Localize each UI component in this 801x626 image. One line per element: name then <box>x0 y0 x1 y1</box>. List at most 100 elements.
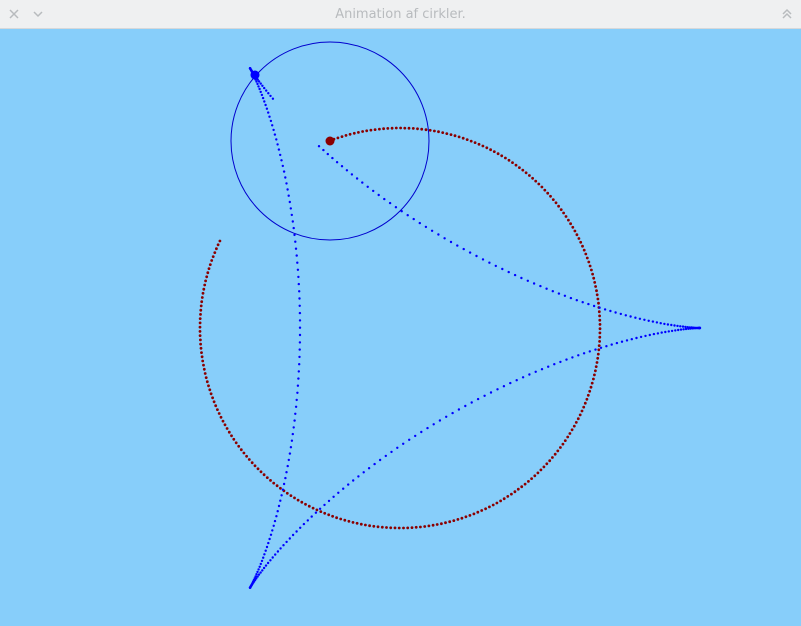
hypocycloid-trace-dot <box>260 93 264 97</box>
hypocycloid-trace-dot <box>603 308 607 311</box>
large-circle-trace-dot <box>452 519 456 522</box>
large-circle-trace-dot <box>230 434 233 438</box>
large-circle-trace-dot <box>441 131 445 134</box>
hypocycloid-trace-dot <box>282 482 286 486</box>
hypocycloid-trace-dot <box>296 261 299 264</box>
hypocycloid-trace-dot <box>571 356 574 359</box>
hypocycloid-trace-dot <box>643 318 646 321</box>
hypocycloid-trace-dot <box>318 507 322 510</box>
large-circle-trace-dot <box>279 486 282 490</box>
large-circle-trace-dot <box>198 334 202 337</box>
large-circle-trace-dot <box>553 452 557 456</box>
hypocycloid-trace-dot <box>273 133 277 136</box>
hypocycloid-trace-dot <box>648 333 651 337</box>
hypocycloid-trace-dot <box>345 169 349 172</box>
large-circle-trace-dot <box>397 526 401 530</box>
hypocycloid-trace-dot <box>347 483 350 486</box>
hypocycloid-trace-dot <box>609 309 612 313</box>
large-circle-trace-dot <box>488 505 491 509</box>
large-circle-trace-dot <box>453 134 457 138</box>
large-circle-trace-dot <box>402 526 405 530</box>
large-circle-trace-dot <box>457 135 461 139</box>
large-circle-trace-dot <box>203 372 207 375</box>
large-circle-trace-dot <box>364 523 367 527</box>
shade-button[interactable] <box>777 4 797 24</box>
large-circle-trace-dot <box>199 304 203 308</box>
hypocycloid-trace-dot <box>418 221 421 225</box>
hypocycloid-trace-dot <box>317 145 321 148</box>
hypocycloid-trace-dot <box>539 284 542 288</box>
hypocycloid-trace-dot <box>582 352 586 355</box>
hypocycloid-trace-dot <box>271 124 274 127</box>
hypocycloid-trace-dot <box>684 327 688 331</box>
large-circle-trace-dot <box>539 468 543 472</box>
large-circle-trace-dot <box>528 174 531 177</box>
hypocycloid-trace-dot <box>256 570 259 574</box>
large-circle-trace-dot <box>207 267 211 270</box>
hypocycloid-trace-dot <box>528 373 531 376</box>
large-circle-trace-dot <box>583 401 587 405</box>
large-circle-trace-dot <box>465 138 469 141</box>
large-circle-trace-dot <box>211 255 215 258</box>
hypocycloid-trace-dot <box>610 343 613 346</box>
large-circle-trace-dot <box>199 346 203 350</box>
hypocycloid-trace-dot <box>260 559 264 563</box>
large-circle-trace-dot <box>598 318 602 322</box>
hypocycloid-trace-dot <box>263 86 266 90</box>
hypocycloid-trace-dot <box>285 471 288 474</box>
hypocycloid-trace-dot <box>314 511 318 514</box>
hypocycloid-trace-dot <box>565 358 568 361</box>
large-circle-trace-dot <box>567 218 570 222</box>
large-circle-trace-dot <box>201 291 205 295</box>
large-circle-trace-dot <box>485 146 489 150</box>
hypocycloid-trace-dot <box>261 96 265 100</box>
hypocycloid-trace-dot <box>258 87 261 91</box>
hypocycloid-trace-dot <box>298 333 302 337</box>
large-circle-trace-dot <box>419 525 422 529</box>
hypocycloid-trace-dot <box>557 292 561 295</box>
hypocycloid-trace-dot <box>457 408 461 411</box>
hypocycloid-trace-dot <box>265 89 268 92</box>
hypocycloid-trace-dot <box>520 276 523 280</box>
hypocycloid-trace-dot <box>284 476 287 480</box>
large-circle-trace-dot <box>378 127 381 131</box>
hypocycloid-trace-dot <box>276 510 279 513</box>
hypocycloid-trace-dot <box>670 329 674 333</box>
large-circle-trace-dot <box>335 516 338 520</box>
hypocycloid-trace-dot <box>426 426 429 430</box>
large-circle-trace-dot <box>594 285 597 288</box>
large-circle-trace-dot <box>218 239 222 243</box>
large-circle-trace-dot <box>223 423 227 427</box>
hypocycloid-trace-dot <box>676 324 679 328</box>
large-circle-trace-dot <box>596 297 600 301</box>
large-circle-trace-dot <box>578 413 582 417</box>
hypocycloid-trace-dot <box>261 84 264 87</box>
large-circle-trace-dot <box>272 481 276 485</box>
large-circle-trace-dot <box>592 276 596 280</box>
large-circle-trace-dot <box>568 432 572 435</box>
large-circle-trace-dot <box>424 128 428 132</box>
hypocycloid-trace-dot <box>674 329 677 332</box>
hypocycloid-trace-dot <box>686 326 689 329</box>
hypocycloid-trace-dot <box>619 312 622 316</box>
large-circle-trace-dot <box>530 477 533 480</box>
hypocycloid-trace-dot <box>656 332 660 335</box>
large-circle-trace-dot <box>516 487 520 491</box>
large-circle-trace-dot <box>481 144 485 148</box>
hypocycloid-trace-dot <box>297 377 300 380</box>
hypocycloid-trace-dot <box>372 189 375 193</box>
large-circle-trace-dot <box>575 233 579 237</box>
hypocycloid-trace-dot <box>420 430 423 434</box>
large-circle-trace-dot <box>586 393 590 397</box>
hypocycloid-trace-dot <box>288 452 292 455</box>
hypocycloid-trace-dot <box>323 503 326 507</box>
large-circle-trace-dot <box>557 204 560 208</box>
large-circle-trace-dot <box>579 240 583 244</box>
large-circle-trace-dot <box>585 397 589 401</box>
hypocycloid-trace-dot <box>287 458 290 462</box>
hypocycloid-trace-dot <box>282 170 286 173</box>
large-circle-trace-dot <box>513 490 517 494</box>
hypocycloid-trace-dot <box>268 537 271 541</box>
large-circle-trace-dot <box>207 384 210 388</box>
hypocycloid-trace-dot <box>559 360 562 364</box>
